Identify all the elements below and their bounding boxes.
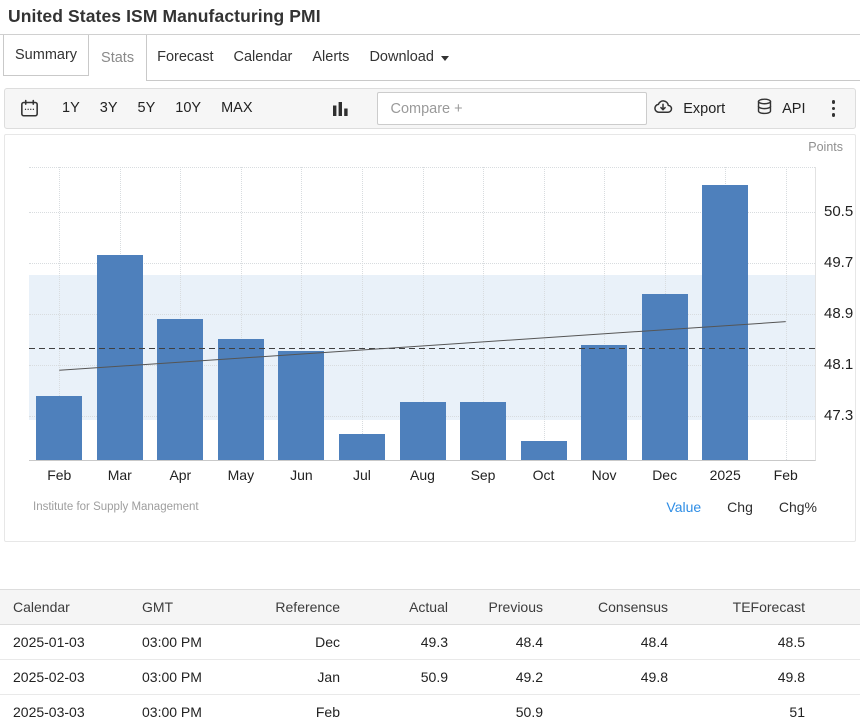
compare-input[interactable] [377, 92, 647, 125]
col-header-calendar: Calendar [0, 590, 142, 625]
more-options-icon[interactable] [828, 96, 840, 121]
tabs-underline [138, 80, 860, 81]
calendar-table: CalendarGMTReferenceActualPreviousConsen… [0, 589, 860, 727]
chart-card: Points VARIANCE MEAN 47.3 48.1 48.9 49.7 50.… [4, 134, 856, 542]
range-1y[interactable]: 1Y [52, 89, 90, 128]
x-tick-label: 2025 [693, 467, 757, 483]
series-toggle-value[interactable]: Value [666, 499, 701, 515]
plot-area: VARIANCE MEAN [29, 167, 816, 461]
table-row: 2025-02-0303:00 PMJan50.949.249.849.8 [0, 660, 860, 695]
range-buttons: 1Y3Y5Y10YMAX [52, 89, 262, 128]
cell-gmt: 03:00 PM [142, 660, 260, 695]
cell-consensus [543, 695, 668, 727]
y-tick-label: 47.3 [824, 407, 853, 425]
y-tick-label: 48.9 [824, 305, 853, 323]
cell-previous: 49.2 [448, 660, 543, 695]
x-tick-label: Feb [27, 467, 91, 483]
tab-forecast[interactable]: Forecast [147, 35, 223, 79]
series-toggles: Value Chg Chg% [666, 499, 817, 515]
col-header-consensus: Consensus [543, 590, 668, 625]
tab-label: Download [369, 49, 434, 65]
col-header-gmt: GMT [142, 590, 260, 625]
tab-stats[interactable]: Stats [89, 35, 147, 81]
tab-label: Calendar [234, 49, 293, 65]
cell-teforecast: 49.8 [668, 660, 860, 695]
cell-reference: Dec [260, 625, 340, 660]
cell-calendar: 2025-03-03 [0, 695, 142, 727]
tab-summary[interactable]: Summary [3, 35, 89, 76]
x-tick-label: Apr [148, 467, 212, 483]
caret-down-icon [441, 56, 449, 61]
tab-label: Alerts [312, 49, 349, 65]
y-axis-unit-label: Points [808, 140, 843, 154]
export-cloud-icon [651, 98, 675, 120]
title-bar: United States ISM Manufacturing PMI [0, 0, 860, 35]
series-toggle-chgpct[interactable]: Chg% [779, 499, 817, 515]
tab-label: Forecast [157, 49, 213, 65]
cell-gmt: 03:00 PM [142, 625, 260, 660]
cell-consensus: 48.4 [543, 625, 668, 660]
x-tick-label: May [209, 467, 273, 483]
range-max[interactable]: MAX [211, 89, 262, 128]
cell-calendar: 2025-01-03 [0, 625, 142, 660]
cell-actual: 49.3 [340, 625, 448, 660]
cell-actual [340, 695, 448, 727]
page-title: United States ISM Manufacturing PMI [8, 6, 852, 27]
cell-teforecast: 51 [668, 695, 860, 727]
chart-source: Institute for Supply Management [33, 501, 199, 513]
cell-reference: Feb [260, 695, 340, 727]
cell-gmt: 03:00 PM [142, 695, 260, 727]
range-5y[interactable]: 5Y [128, 89, 166, 128]
table-row: 2025-01-0303:00 PMDec49.348.448.448.5 [0, 625, 860, 660]
cell-previous: 50.9 [448, 695, 543, 727]
tab-label: Stats [101, 50, 134, 66]
cell-consensus: 49.8 [543, 660, 668, 695]
api-button[interactable]: API [755, 97, 805, 121]
api-label: API [782, 101, 805, 117]
y-tick-label: 49.7 [824, 254, 853, 272]
range-3y[interactable]: 3Y [90, 89, 128, 128]
x-tick-label: Aug [391, 467, 455, 483]
x-tick-label: Sep [451, 467, 515, 483]
col-header-reference: Reference [260, 590, 340, 625]
x-tick-label: Jun [269, 467, 333, 483]
y-tick-label: 50.5 [824, 203, 853, 221]
tab-label: Summary [15, 47, 77, 63]
range-10y[interactable]: 10Y [165, 89, 211, 128]
trend-line [29, 167, 816, 461]
export-label: Export [683, 101, 725, 117]
tab-calendar[interactable]: Calendar [224, 35, 303, 79]
cell-reference: Jan [260, 660, 340, 695]
x-tick-label: Mar [88, 467, 152, 483]
tab-alerts[interactable]: Alerts [302, 35, 359, 79]
col-header-previous: Previous [448, 590, 543, 625]
x-tick-label: Nov [572, 467, 636, 483]
cell-previous: 48.4 [448, 625, 543, 660]
x-tick-label: Oct [512, 467, 576, 483]
x-tick-label: Feb [754, 467, 818, 483]
series-toggle-chg[interactable]: Chg [727, 499, 753, 515]
col-header-teforecast: TEForecast [668, 590, 860, 625]
table-row: 2025-03-0303:00 PMFeb 50.9 51 [0, 695, 860, 727]
date-range-calendar-icon[interactable] [19, 98, 40, 119]
chart-type-bars-icon[interactable] [332, 100, 349, 117]
cell-teforecast: 48.5 [668, 625, 860, 660]
cell-actual: 50.9 [340, 660, 448, 695]
col-header-actual: Actual [340, 590, 448, 625]
tabs: Summary Stats Forecast Calendar Alerts Downlo… [0, 35, 860, 81]
cell-calendar: 2025-02-03 [0, 660, 142, 695]
api-database-icon [755, 97, 774, 121]
tab-download[interactable]: Download [359, 35, 459, 79]
calendar-events-table: CalendarGMTReferenceActualPreviousConsen… [0, 589, 860, 727]
x-tick-label: Dec [633, 467, 697, 483]
export-button[interactable]: Export [651, 98, 725, 120]
x-tick-label: Jul [330, 467, 394, 483]
chart-toolbar: 1Y3Y5Y10YMAX Export API [4, 88, 856, 129]
y-tick-label: 48.1 [824, 356, 853, 374]
